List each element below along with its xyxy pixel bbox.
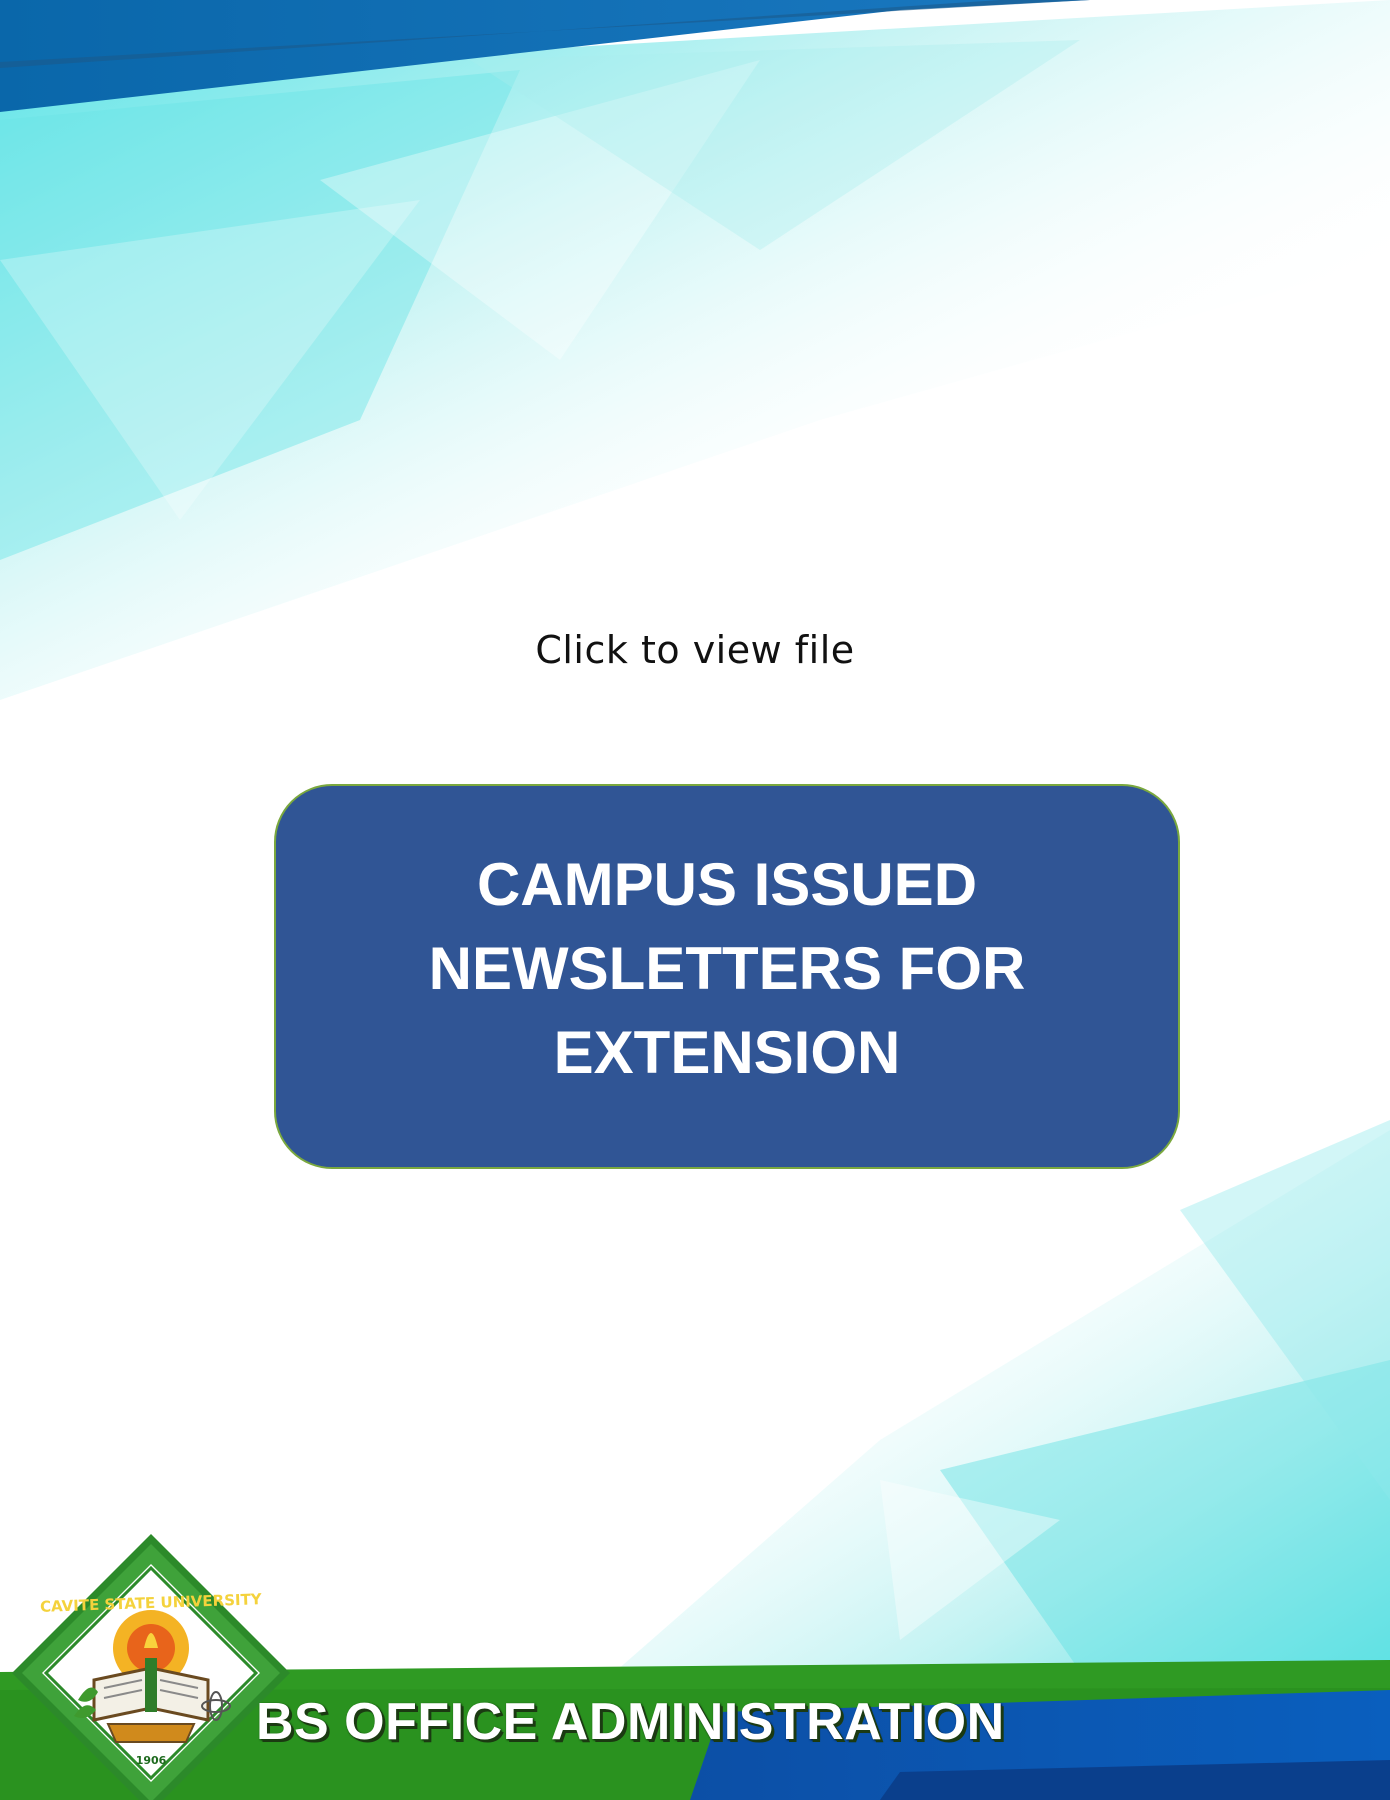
svg-text:1906: 1906 bbox=[136, 1754, 167, 1767]
document-page: CAVITE STATE UNIVERSITY 1906 Click to vi… bbox=[0, 0, 1390, 1800]
view-newsletters-button-label: CAMPUS ISSUED NEWSLETTERS FOR EXTENSION bbox=[428, 850, 1026, 1086]
view-newsletters-button[interactable]: CAMPUS ISSUED NEWSLETTERS FOR EXTENSION bbox=[274, 784, 1180, 1169]
program-title: BS OFFICE ADMINISTRATION bbox=[256, 1693, 1005, 1751]
university-seal-logo: CAVITE STATE UNIVERSITY 1906 bbox=[12, 1534, 290, 1800]
view-file-caption[interactable]: Click to view file bbox=[0, 628, 1390, 672]
